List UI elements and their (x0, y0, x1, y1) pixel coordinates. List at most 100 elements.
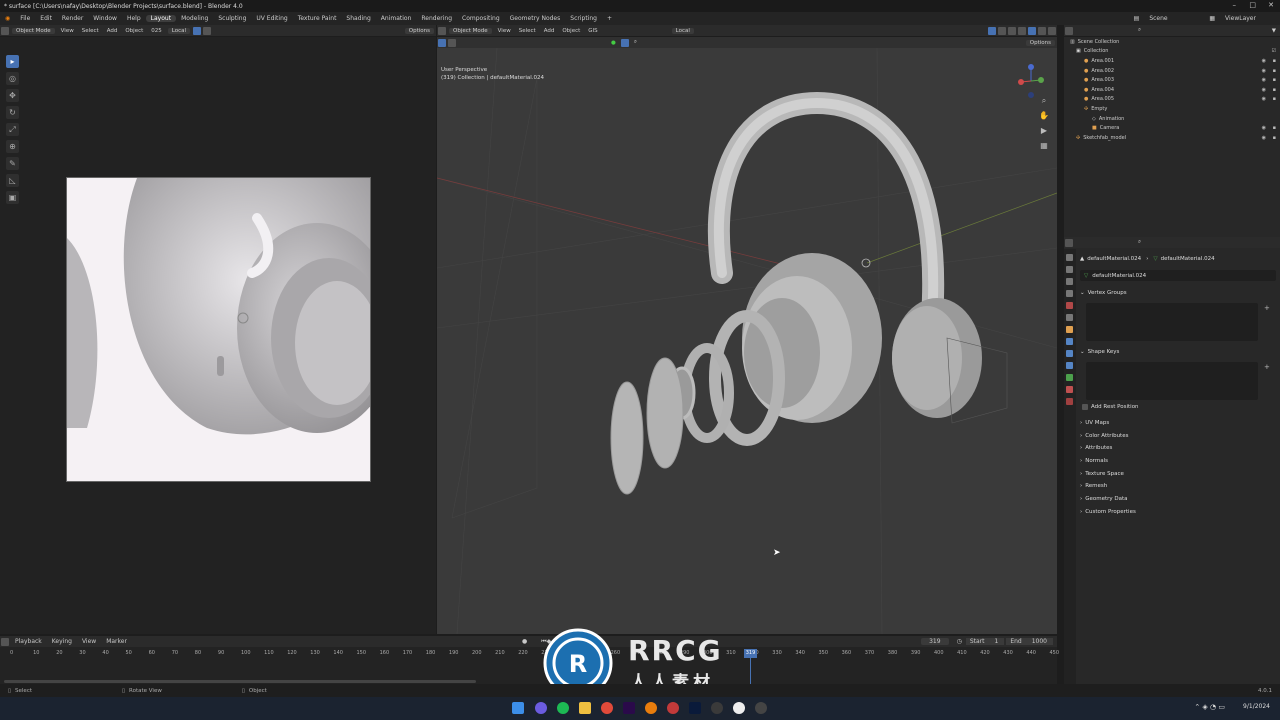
vertex-groups-panel[interactable]: ⌄ Vertex Groups (1080, 287, 1276, 298)
close-icon[interactable]: ✕ (1268, 1, 1274, 9)
outliner-filter-icon[interactable]: ▼ (1268, 28, 1280, 34)
blender-taskbar-icon[interactable] (645, 702, 657, 714)
panel-custom-properties[interactable]: › Custom Properties (1080, 506, 1276, 517)
xray-icon[interactable] (1008, 26, 1016, 35)
eye-icon[interactable]: ◉ (1262, 68, 1266, 74)
outliner-item-area-002[interactable]: ● Area.002 ◉ ▪ (1064, 66, 1280, 76)
object-tab-icon[interactable] (1066, 326, 1073, 333)
menu-025[interactable]: 025 (147, 28, 166, 34)
viewport-search-icon[interactable]: ⌕ (630, 39, 641, 46)
stopwatch-icon[interactable]: ◷ (957, 638, 962, 645)
viewport-menu-view[interactable]: View (494, 28, 515, 34)
properties-editor-type-icon[interactable] (1065, 238, 1073, 247)
pan-icon[interactable]: ✋ (1039, 111, 1049, 121)
panel-remesh[interactable]: › Remesh (1080, 480, 1276, 491)
menu-help[interactable]: Help (122, 15, 146, 22)
viewport-filter-icon[interactable] (620, 38, 629, 47)
shading-material-icon[interactable] (1038, 26, 1046, 35)
world-tab-icon[interactable] (1066, 314, 1073, 321)
viewport-menu-add[interactable]: Add (540, 28, 559, 34)
options-button[interactable]: Options (404, 27, 434, 34)
physics-tab-icon[interactable] (1066, 362, 1073, 369)
outliner-search-icon[interactable]: ⌕ (1134, 27, 1145, 34)
panel-geometry-data[interactable]: › Geometry Data (1080, 493, 1276, 504)
properties-search-icon[interactable]: ⌕ (1134, 239, 1145, 246)
add-workspace-icon[interactable]: + (602, 15, 617, 22)
outliner-root[interactable]: ▥ Scene Collection (1064, 37, 1280, 47)
outliner-item-sketchfab-model[interactable]: ✣ Sketchfab_model ◉ ▪ (1064, 133, 1280, 143)
camera-render-icon[interactable]: ▪ (1273, 77, 1276, 83)
outliner-item-area-003[interactable]: ● Area.003 ◉ ▪ (1064, 75, 1280, 85)
viewport-select-mode-icon[interactable] (448, 38, 456, 47)
blender-logo-icon[interactable]: ◉ (0, 15, 15, 22)
shading-solid-icon[interactable] (1028, 26, 1036, 35)
outliner-item-collection[interactable]: ▣ Collection ☑ (1064, 47, 1280, 57)
viewport-options-button[interactable]: Options (1025, 39, 1055, 46)
scale-tool-icon[interactable]: ⤢ (6, 123, 19, 136)
viewport-menu-gis[interactable]: GIS (584, 28, 601, 34)
timeline-menu-view[interactable]: View (77, 638, 101, 645)
menu-edit[interactable]: Edit (35, 15, 57, 22)
tab-sculpting[interactable]: Sculpting (213, 15, 251, 22)
camera-render-icon[interactable]: ▪ (1273, 96, 1276, 102)
timeline-ruler[interactable]: 0 10 20 30 40 50 60 70 80 90 100 110 120 130 140 150 160… (0, 649, 1059, 659)
system-tray-icons[interactable]: ⌃ ◈ ◔ ▭ (1194, 703, 1225, 711)
shading-rendered-icon[interactable] (1048, 26, 1056, 35)
windows-start-icon[interactable] (512, 702, 524, 714)
premiere-icon[interactable] (623, 702, 635, 714)
overlay-toggle-icon[interactable] (998, 26, 1006, 35)
3d-viewport[interactable]: User Perspective (319) Collection | defa… (437, 48, 1057, 634)
outliner-item-empty[interactable]: ✣ Empty (1064, 104, 1280, 114)
annotate-tool-icon[interactable]: ✎ (6, 157, 19, 170)
shading-wireframe-icon[interactable] (1018, 26, 1026, 35)
vertex-groups-list[interactable] (1086, 303, 1258, 341)
outliner-item-area-005[interactable]: ● Area.005 ◉ ▪ (1064, 95, 1280, 105)
shape-keys-list[interactable] (1086, 362, 1258, 400)
spotify-icon[interactable] (557, 702, 569, 714)
checkbox-icon[interactable] (1082, 403, 1088, 410)
material-tab-icon[interactable] (1066, 386, 1073, 393)
tab-shading[interactable]: Shading (341, 15, 375, 22)
eye-icon[interactable]: ◉ (1262, 125, 1266, 131)
camera-render-icon[interactable]: ▪ (1273, 68, 1276, 74)
timeline-menu-marker[interactable]: Marker (101, 638, 132, 645)
view-layer-selector[interactable]: ViewLayer (1220, 15, 1280, 22)
panel-uv-maps[interactable]: › UV Maps (1080, 417, 1276, 428)
checkbox-icon[interactable]: ☑ (1272, 48, 1276, 54)
menu-object[interactable]: Object (121, 28, 147, 34)
camera-render-icon[interactable]: ▪ (1273, 125, 1276, 131)
panel-attributes[interactable]: › Attributes (1080, 442, 1276, 453)
mode-selector[interactable]: Object Mode (12, 27, 55, 34)
zoom-icon[interactable]: ⌕ (1039, 96, 1049, 106)
camera-view-icon[interactable]: ▶ (1039, 126, 1049, 136)
particles-tab-icon[interactable] (1066, 350, 1073, 357)
outliner-item-camera[interactable]: ■ Camera ◉ ▪ (1064, 123, 1280, 133)
panel-color-attributes[interactable]: › Color Attributes (1080, 430, 1276, 441)
scene-selector[interactable]: Scene (1144, 15, 1204, 22)
data-tab-icon[interactable] (1066, 374, 1073, 381)
menu-window[interactable]: Window (88, 15, 122, 22)
tab-modeling[interactable]: Modeling (176, 15, 213, 22)
media-player-icon[interactable] (755, 702, 767, 714)
modifier-tab-icon[interactable] (1066, 338, 1073, 345)
overlay-icon[interactable] (203, 26, 212, 35)
start-frame-field[interactable]: 1 (988, 638, 1005, 645)
tab-geometry-nodes[interactable]: Geometry Nodes (505, 15, 566, 22)
timeline-menu-playback[interactable]: Playback (10, 638, 47, 645)
menu-view[interactable]: View (57, 28, 78, 34)
left-viewport[interactable]: ▸ ◎ ✥ ↻ ⤢ ⊕ ✎ ◺ ▣ (0, 37, 436, 634)
eye-icon[interactable]: ◉ (1262, 96, 1266, 102)
viewport-mode-selector[interactable]: Object Mode (449, 27, 492, 34)
viewport-select-box-icon[interactable] (438, 38, 446, 47)
output-tab-icon[interactable] (1066, 278, 1073, 285)
panel-normals[interactable]: › Normals (1080, 455, 1276, 466)
orientation-selector[interactable]: Local (167, 27, 191, 34)
tab-animation[interactable]: Animation (376, 15, 417, 22)
chrome-icon[interactable] (601, 702, 613, 714)
timeline-editor-type-icon[interactable] (1, 637, 9, 646)
eye-icon[interactable]: ◉ (1262, 135, 1266, 141)
grid-view-icon[interactable]: ▦ (1039, 141, 1049, 151)
transform-tool-icon[interactable]: ⊕ (6, 140, 19, 153)
eye-icon[interactable]: ◉ (1262, 77, 1266, 83)
shape-keys-panel[interactable]: ⌄ Shape Keys (1080, 346, 1276, 357)
